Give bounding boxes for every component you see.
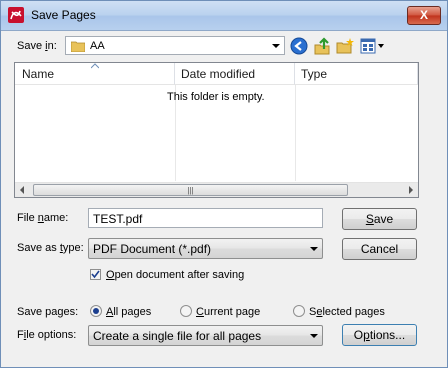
options-button[interactable]: Options...	[342, 324, 417, 346]
open-after-saving-label[interactable]: Open document after saving	[106, 269, 244, 281]
all-pages-radio[interactable]	[90, 305, 102, 317]
column-header-date-modified[interactable]: Date modified	[175, 63, 295, 85]
file-name-label: File name:	[17, 212, 69, 224]
scroll-right-icon[interactable]	[409, 186, 413, 194]
save-as-type-dropdown[interactable]: PDF Document (*.pdf)	[88, 238, 323, 259]
window-title: Save Pages	[31, 8, 96, 22]
checkmark-icon	[91, 270, 100, 279]
file-list[interactable]: Name Date modified Type This folder is e…	[14, 62, 419, 198]
radio-selected-dot	[93, 308, 99, 314]
chevron-down-icon	[272, 44, 280, 48]
empty-folder-message: This folder is empty.	[167, 91, 265, 103]
open-after-saving-checkbox[interactable]	[90, 269, 101, 280]
title-bar: Save Pages X	[1, 1, 447, 31]
back-icon[interactable]	[290, 37, 308, 55]
scroll-left-icon[interactable]	[20, 186, 24, 194]
current-page-label[interactable]: Current page	[196, 306, 260, 318]
up-folder-icon[interactable]	[313, 37, 331, 55]
save-pages-dialog: Save Pages X Save in: AA Name Date modif…	[0, 0, 448, 368]
save-button[interactable]: Save	[342, 208, 417, 230]
current-page-radio[interactable]	[180, 305, 192, 317]
chevron-down-icon	[310, 334, 318, 338]
scrollbar-thumb[interactable]: |||	[33, 184, 348, 196]
column-divider	[295, 85, 296, 181]
column-header-type[interactable]: Type	[295, 63, 418, 85]
grip-icon: |||	[187, 186, 194, 195]
folder-icon	[71, 41, 85, 52]
save-in-dropdown[interactable]: AA	[65, 36, 285, 55]
close-icon: X	[419, 8, 428, 22]
views-menu-icon[interactable]	[360, 37, 386, 55]
cancel-button[interactable]: Cancel	[342, 238, 417, 260]
sort-ascending-icon	[91, 63, 99, 69]
save-in-label: Save in:	[17, 40, 57, 52]
app-logo-icon	[8, 7, 24, 23]
close-button[interactable]: X	[407, 6, 441, 25]
save-as-type-label: Save as type:	[17, 242, 84, 254]
selected-pages-label[interactable]: Selected pages	[309, 306, 385, 318]
file-options-label: File options:	[17, 329, 77, 341]
horizontal-scrollbar[interactable]: |||	[15, 182, 418, 197]
new-folder-icon[interactable]	[336, 37, 354, 55]
chevron-down-icon	[310, 247, 318, 251]
save-pages-label: Save pages:	[17, 306, 79, 318]
column-header-name[interactable]: Name	[15, 63, 175, 85]
file-name-input[interactable]: TEST.pdf	[88, 208, 323, 228]
file-options-dropdown[interactable]: Create a single file for all pages	[88, 325, 323, 346]
all-pages-label[interactable]: All pages	[106, 306, 151, 318]
selected-pages-radio[interactable]	[293, 305, 305, 317]
save-in-folder: AA	[90, 40, 105, 52]
